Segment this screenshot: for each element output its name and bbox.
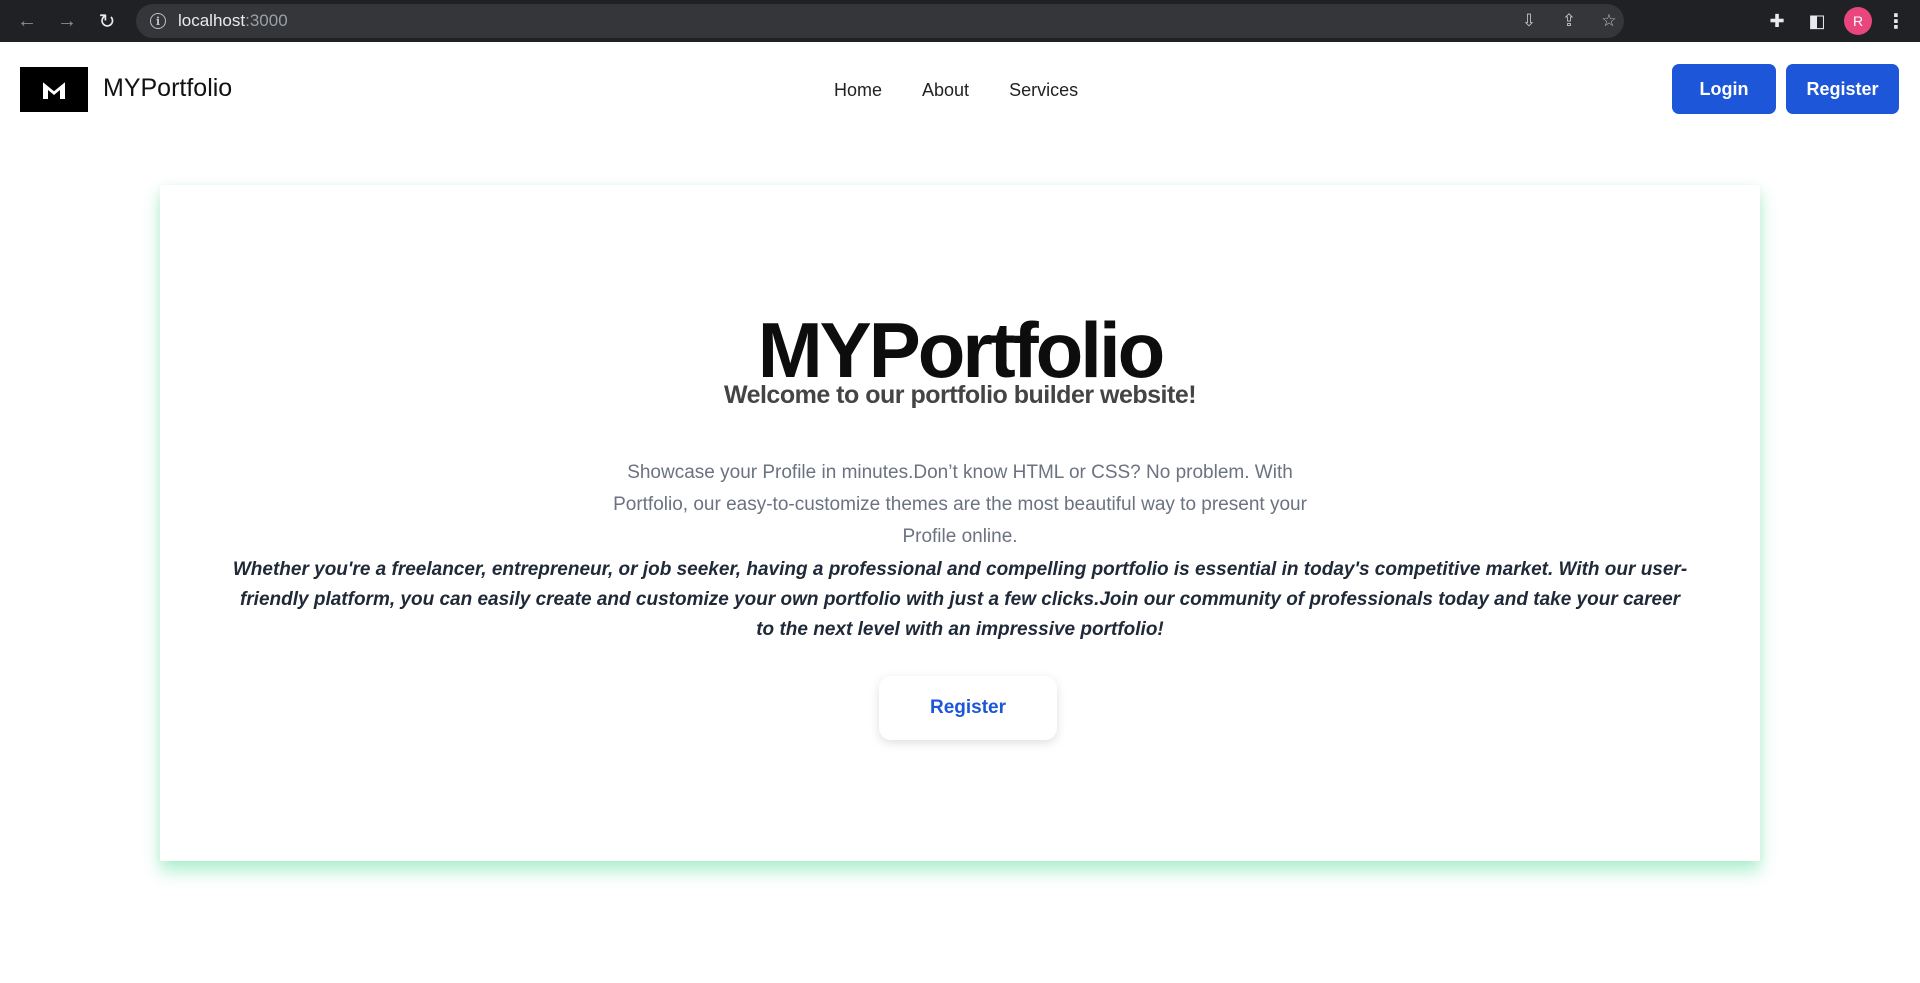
- url-host: localhost: [178, 11, 246, 30]
- main-nav: Home About Services: [834, 80, 1078, 101]
- install-app-icon[interactable]: ⇩: [1518, 11, 1540, 31]
- forward-arrow-icon[interactable]: →: [54, 8, 80, 34]
- browser-toolbar: ← → ↻ i localhost:3000 ⇩ ⇪ ☆ ✚ ◧ R ⋮: [0, 0, 1920, 42]
- share-icon[interactable]: ⇪: [1558, 11, 1580, 31]
- extensions-puzzle-icon[interactable]: ✚: [1764, 11, 1790, 32]
- hero-subtitle: Welcome to our portfolio builder website…: [723, 381, 1197, 409]
- site-info-icon[interactable]: i: [150, 13, 166, 29]
- nav-link-about[interactable]: About: [922, 80, 969, 101]
- nav-link-home[interactable]: Home: [834, 80, 882, 101]
- hero-register-button[interactable]: Register: [879, 676, 1057, 740]
- address-bar[interactable]: i localhost:3000 ⇩ ⇪ ☆: [136, 4, 1624, 38]
- login-button[interactable]: Login: [1672, 64, 1776, 114]
- brand-name[interactable]: MYPortfolio: [103, 74, 232, 103]
- bookmark-star-icon[interactable]: ☆: [1598, 11, 1620, 31]
- logo-icon[interactable]: [20, 67, 88, 112]
- hero-card: MYPortfolio Welcome to our portfolio bui…: [160, 185, 1760, 861]
- back-arrow-icon[interactable]: ←: [14, 8, 40, 34]
- url-port: :3000: [245, 11, 288, 30]
- side-panel-icon[interactable]: ◧: [1804, 11, 1830, 32]
- hero-description: Showcase your Profile in minutes.Don’t k…: [613, 462, 1307, 547]
- profile-avatar[interactable]: R: [1844, 7, 1872, 35]
- site-header: MYPortfolio Home About Services Login Re…: [0, 44, 1920, 136]
- browser-menu-icon[interactable]: ⋮: [1886, 9, 1906, 34]
- hero-extra-text: Whether you're a freelancer, entrepreneu…: [232, 559, 1688, 640]
- reload-icon[interactable]: ↻: [94, 8, 120, 34]
- register-button[interactable]: Register: [1786, 64, 1899, 114]
- nav-link-services[interactable]: Services: [1009, 80, 1078, 101]
